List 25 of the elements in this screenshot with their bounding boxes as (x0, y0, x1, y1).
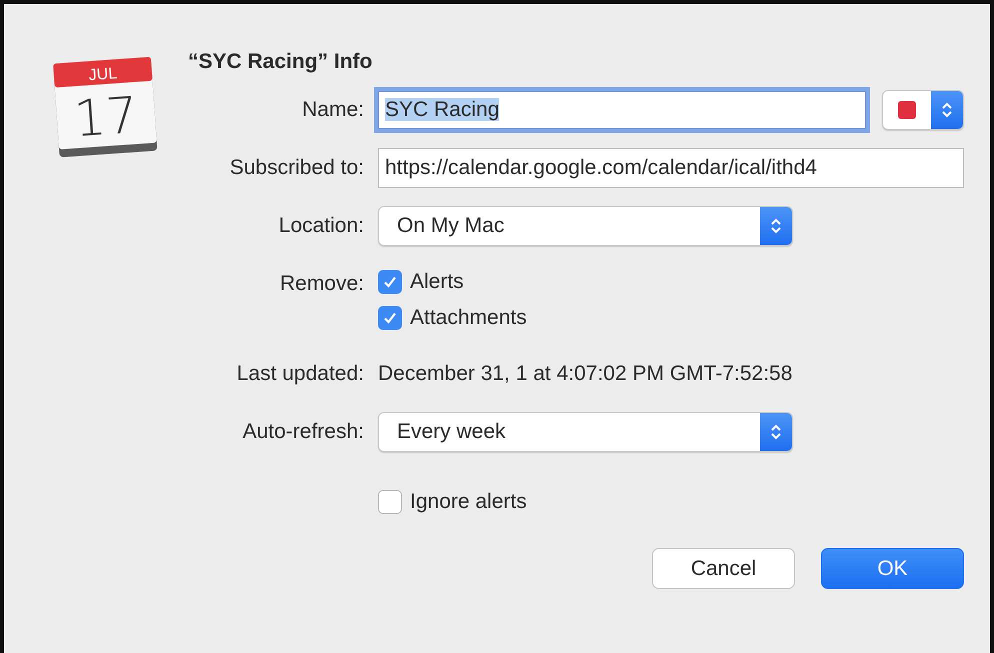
popup-menu[interactable]: On My Mac (378, 206, 793, 246)
dialog-title: “SYC Racing” Info (188, 49, 374, 75)
stepper-icon (770, 422, 782, 442)
stepper-icon (770, 216, 782, 236)
field-label: Location: (278, 213, 364, 239)
field-label: Name: (301, 97, 364, 123)
field-label: Last updated: (236, 361, 364, 387)
checkbox-label: Attachments (410, 305, 527, 331)
field-label: Remove: (278, 271, 364, 297)
checkbox[interactable] (378, 306, 402, 330)
field-label: Subscribed to: (228, 155, 364, 181)
checkmark-icon (382, 310, 398, 326)
checkbox-label: Ignore alerts (410, 489, 527, 515)
text-field[interactable]: https://calendar.google.com/calendar/ical/ithd4 (378, 148, 964, 188)
popup-menu[interactable]: Every week (378, 412, 793, 452)
color-popup[interactable] (882, 90, 964, 130)
dialog-button[interactable]: Cancel (652, 548, 795, 589)
checkbox[interactable] (378, 270, 402, 294)
checkbox[interactable] (378, 490, 402, 514)
stepper-icon (941, 100, 953, 120)
dialog-button[interactable]: OK (821, 548, 964, 589)
info-value: December 31, 1 at 4:07:02 PM GMT-7:52:58 (378, 361, 794, 387)
checkbox-label: Alerts (410, 269, 464, 295)
checkmark-icon (382, 274, 398, 290)
field-label: Auto-refresh: (242, 419, 364, 445)
